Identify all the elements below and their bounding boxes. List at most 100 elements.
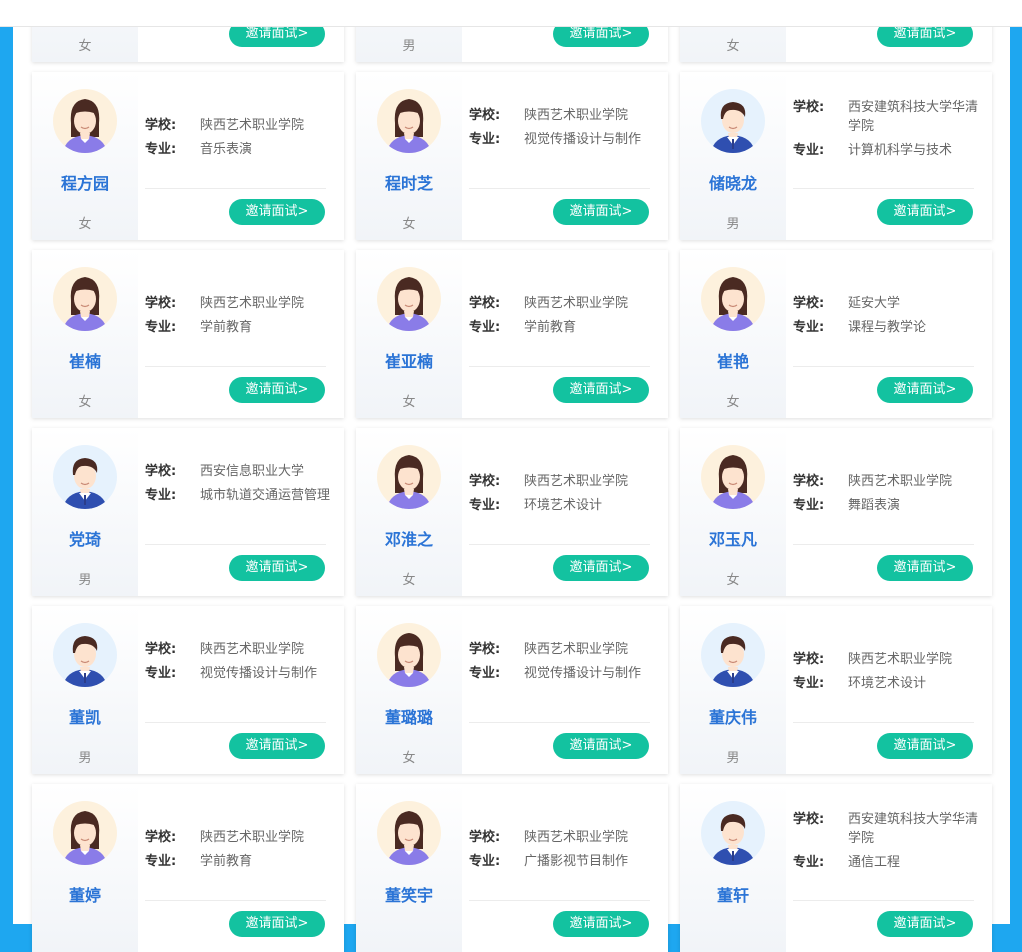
school-row: 学校: 陕西艺术职业学院 bbox=[793, 472, 985, 491]
candidate-name[interactable]: 邓玉凡 bbox=[680, 526, 786, 550]
school-label: 学校: bbox=[469, 474, 501, 489]
card-divider bbox=[793, 188, 974, 189]
invite-interview-button[interactable]: 邀请面试> bbox=[229, 733, 325, 759]
female-avatar-icon bbox=[53, 89, 117, 153]
candidate-card: 储晓龙男 学校: 西安建筑科技大学华清学院 专业: 计算机科学与技术邀请面试> bbox=[680, 72, 992, 240]
major-value: 视觉传播设计与制作 bbox=[524, 666, 642, 681]
invite-interview-button[interactable]: 邀请面试> bbox=[553, 555, 649, 581]
major-value: 广播影视节目制作 bbox=[524, 854, 629, 869]
candidate-card: 董轩 学校: 西安建筑科技大学华清学院 专业: 通信工程 邀请面试> bbox=[680, 784, 992, 952]
male-avatar-icon bbox=[53, 623, 117, 687]
candidate-name[interactable]: 程时芝 bbox=[356, 170, 462, 194]
male-avatar-icon bbox=[701, 623, 765, 687]
candidate-name[interactable]: 储晓龙 bbox=[680, 170, 786, 194]
candidate-info: 学校: 陕西艺术职业学院专业: 环境艺术设计 bbox=[469, 472, 661, 520]
candidate-name[interactable]: 董轩 bbox=[680, 882, 786, 906]
gender-label: 男 bbox=[726, 751, 740, 766]
school-value: 陕西艺术职业学院 bbox=[524, 108, 629, 123]
candidate-info: 学校: 陕西艺术职业学院 专业: 视觉传播设计与制作 bbox=[145, 640, 337, 688]
gender-label: 女 bbox=[726, 395, 740, 410]
school-row: 学校: 延安大学 bbox=[793, 294, 985, 313]
major-row: 专业: 环境艺术设计 bbox=[469, 496, 661, 515]
major-row: 专业: 环境艺术设计 bbox=[793, 674, 985, 693]
school-row: 学校: 陕西艺术职业学院 bbox=[469, 828, 661, 847]
candidate-name[interactable]: 董庆伟 bbox=[680, 704, 786, 728]
invite-interview-button[interactable]: 邀请面试> bbox=[229, 199, 325, 225]
candidate-info: 学校: 陕西艺术职业学院 专业: 音乐表演 bbox=[145, 116, 337, 164]
school-value: 陕西艺术职业学院 bbox=[524, 474, 629, 489]
major-value: 学前教育 bbox=[200, 320, 253, 335]
major-label: 专业: bbox=[469, 132, 501, 147]
invite-interview-button[interactable]: 邀请面试> bbox=[553, 733, 649, 759]
invite-interview-button[interactable]: 邀请面试> bbox=[877, 377, 973, 403]
candidate-name[interactable]: 崔楠 bbox=[32, 348, 138, 372]
school-value: 西安建筑科技大学华清学院 bbox=[848, 100, 979, 134]
card-divider bbox=[145, 188, 326, 189]
candidate-name[interactable]: 董婷 bbox=[32, 882, 138, 906]
candidate-info: 学校: 陕西艺术职业学院 专业: 学前教育 bbox=[145, 828, 337, 876]
school-label: 学校: bbox=[469, 830, 501, 845]
card-divider bbox=[469, 544, 650, 545]
school-row: 学校: 陕西艺术职业学院 bbox=[469, 294, 661, 313]
gender-label: 男 bbox=[726, 217, 740, 232]
invite-interview-button[interactable]: 邀请面试> bbox=[877, 555, 973, 581]
major-label: 专业: bbox=[145, 854, 177, 869]
candidate-name[interactable]: 崔艳 bbox=[680, 348, 786, 372]
school-label: 学校: bbox=[793, 474, 825, 489]
invite-interview-button[interactable]: 邀请面试> bbox=[553, 911, 649, 937]
female-avatar-icon bbox=[53, 801, 117, 865]
major-row: 专业: 学前教育 bbox=[469, 318, 661, 337]
card-divider bbox=[469, 188, 650, 189]
card-divider bbox=[469, 366, 650, 367]
candidate-name[interactable]: 党琦 bbox=[32, 526, 138, 550]
school-label: 学校: bbox=[469, 296, 501, 311]
major-row: 专业: 视觉传播设计与制作 bbox=[469, 664, 661, 683]
invite-interview-button[interactable]: 邀请面试> bbox=[229, 555, 325, 581]
invite-interview-button[interactable]: 邀请面试> bbox=[877, 199, 973, 225]
invite-interview-button[interactable]: 邀请面试> bbox=[877, 733, 973, 759]
major-row: 专业: 城市轨道交通运营管理 bbox=[145, 486, 337, 505]
major-label: 专业: bbox=[469, 498, 501, 513]
school-label: 学校: bbox=[793, 812, 825, 827]
candidate-card: 党琦男 学校: 西安信息职业大学 专业: 城市轨道交通运营管理邀请面试> bbox=[32, 428, 344, 596]
major-value: 课程与教学论 bbox=[848, 320, 927, 335]
card-divider bbox=[145, 900, 326, 901]
gender-label: 男 bbox=[78, 573, 92, 588]
school-label: 学校: bbox=[469, 108, 501, 123]
school-value: 西安信息职业大学 bbox=[200, 464, 305, 479]
female-avatar-icon bbox=[377, 623, 441, 687]
candidate-card: 崔艳女 学校: 延安大学 专业: 课程与教学论邀请面试> bbox=[680, 250, 992, 418]
school-value: 延安大学 bbox=[848, 296, 901, 311]
major-row: 专业: 广播影视节目制作 bbox=[469, 852, 661, 871]
candidate-name[interactable]: 程方园 bbox=[32, 170, 138, 194]
candidate-info: 学校: 西安建筑科技大学华清学院 专业: 计算机科学与技术 bbox=[793, 98, 985, 165]
candidate-name[interactable]: 崔亚楠 bbox=[356, 348, 462, 372]
invite-interview-button[interactable]: 邀请面试> bbox=[229, 911, 325, 937]
candidate-name[interactable]: 董凯 bbox=[32, 704, 138, 728]
school-row: 学校: 西安信息职业大学 bbox=[145, 462, 337, 481]
invite-interview-button[interactable]: 邀请面试> bbox=[229, 377, 325, 403]
candidate-info: 学校: 延安大学 专业: 课程与教学论 bbox=[793, 294, 985, 342]
card-divider bbox=[145, 722, 326, 723]
candidate-name[interactable]: 董笑宇 bbox=[356, 882, 462, 906]
candidate-card: 董庆伟男 学校: 陕西艺术职业学院 专业: 环境艺术设计 邀请面试> bbox=[680, 606, 992, 774]
invite-interview-button[interactable]: 邀请面试> bbox=[553, 377, 649, 403]
invite-interview-button[interactable]: 邀请面试> bbox=[553, 199, 649, 225]
gender-label: 女 bbox=[726, 39, 740, 54]
candidate-info: 学校: 陕西艺术职业学院 专业: 广播影视节目制作 bbox=[469, 828, 661, 876]
candidate-card: 董璐璐女 学校: 陕西艺术职业学院 专业: 视觉传播设计与制作 邀请面试> bbox=[356, 606, 668, 774]
invite-interview-button[interactable]: 邀请面试> bbox=[877, 911, 973, 937]
candidate-name[interactable]: 邓淮之 bbox=[356, 526, 462, 550]
school-label: 学校: bbox=[145, 118, 177, 133]
candidate-grid: 女邀请面试> 男邀请面试> 女邀请面试> 程方园女学校: 陕西艺术职业学院 专业: 音乐表演… bbox=[0, 0, 1022, 952]
school-value: 陕西艺术职业学院 bbox=[848, 652, 953, 667]
school-value: 陕西艺术职业学院 bbox=[200, 118, 305, 133]
candidate-name[interactable]: 董璐璐 bbox=[356, 704, 462, 728]
male-avatar-icon bbox=[701, 89, 765, 153]
school-row: 学校: 西安建筑科技大学华清学院 bbox=[793, 98, 985, 136]
card-divider bbox=[469, 900, 650, 901]
gender-label: 女 bbox=[726, 573, 740, 588]
gender-label: 女 bbox=[78, 395, 92, 410]
school-row: 学校: 陕西艺术职业学院 bbox=[469, 640, 661, 659]
school-value: 西安建筑科技大学华清学院 bbox=[848, 812, 979, 846]
